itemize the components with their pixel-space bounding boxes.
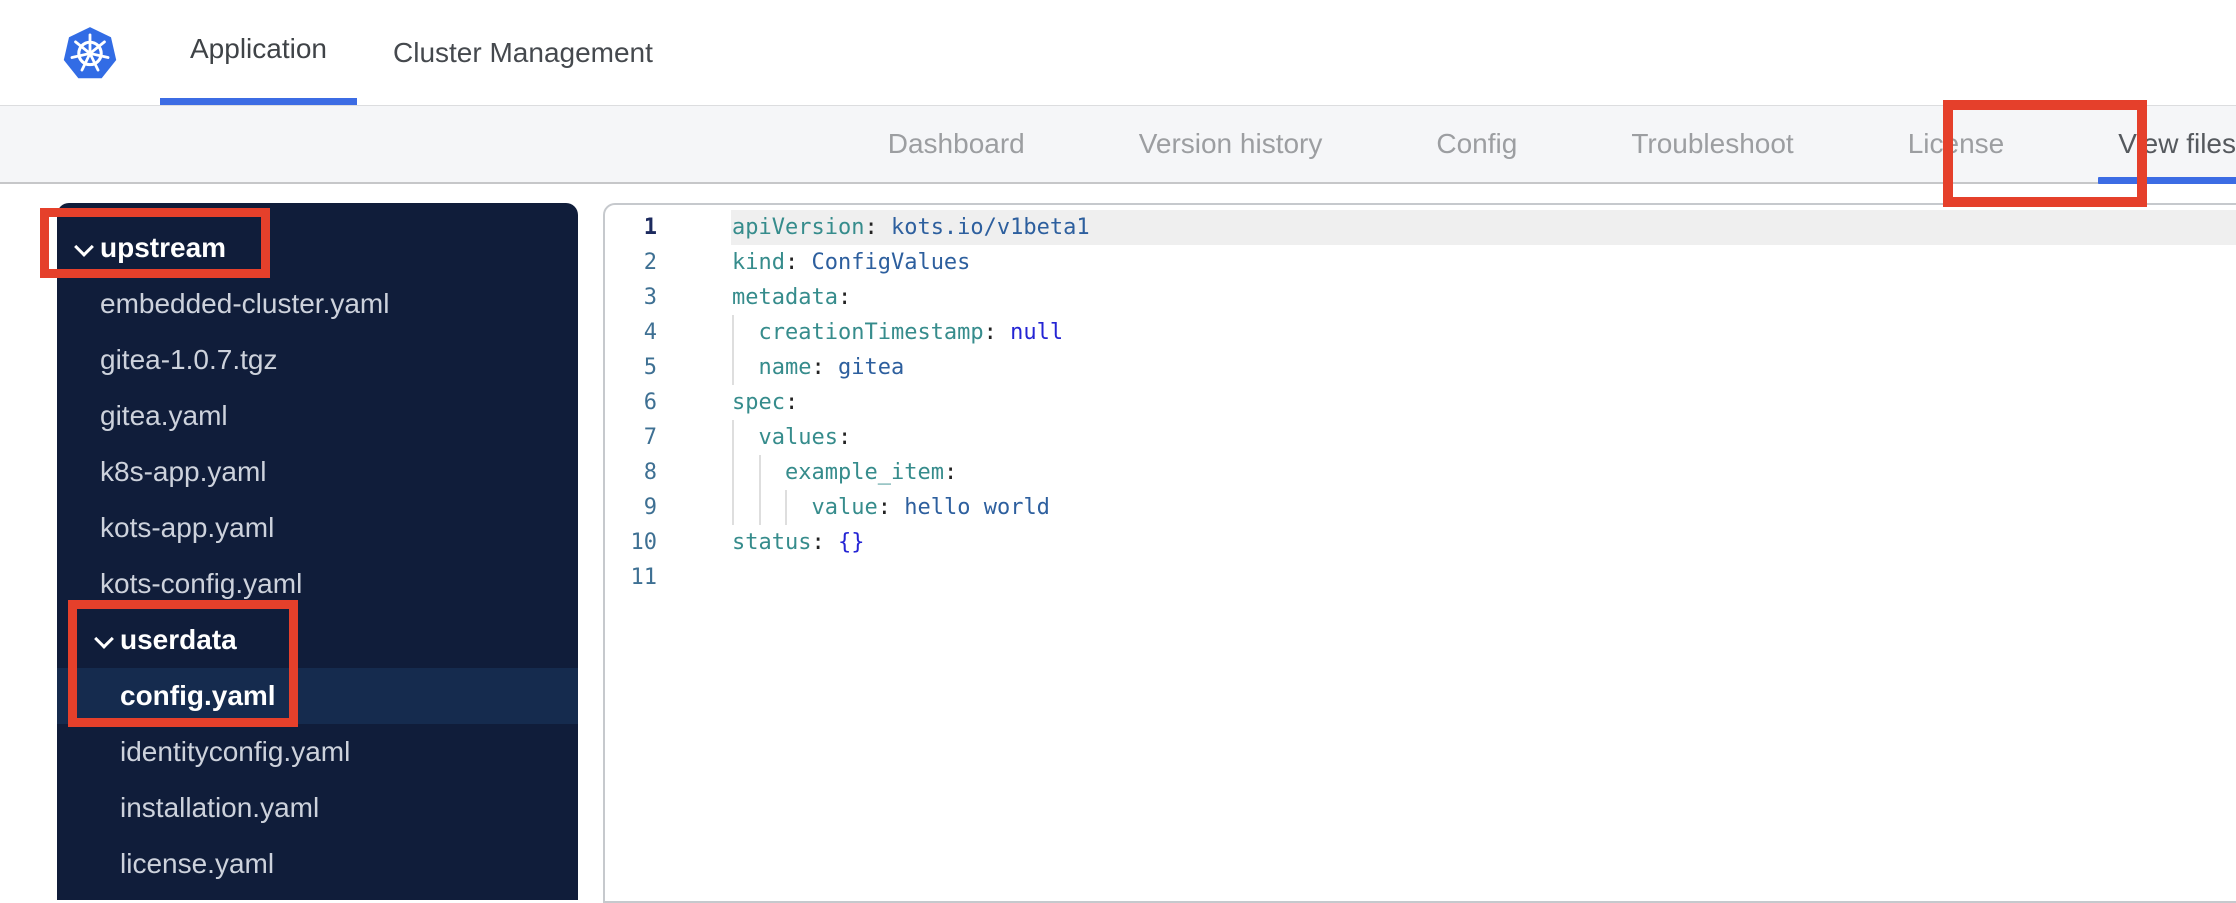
file-label: identityconfig.yaml [120, 736, 351, 767]
line-number: 10 [630, 530, 658, 555]
file-label: license.yaml [120, 848, 275, 879]
code-rows: 1 apiVersion: kots.io/v1beta1 2 kind: Confi… [605, 210, 2236, 595]
tree-item-gitea-yaml[interactable]: gitea.yaml [57, 388, 578, 444]
subnav-tabs: Dashboard Version history Config Troublesho… [0, 105, 2236, 184]
line-content: apiVersion: kots.io/v1beta1 [731, 210, 2236, 245]
tree-item-license-yaml[interactable]: license.yaml [57, 836, 578, 892]
tree-item-config-yaml[interactable]: config.yaml [57, 668, 578, 724]
line-number: 7 [643, 425, 657, 450]
chevron-down-icon[interactable] [73, 234, 100, 262]
file-label: kots-app.yaml [100, 512, 275, 543]
tree-item-upstream[interactable]: upstream [57, 220, 578, 276]
kubernetes-logo-icon [62, 26, 118, 82]
code-line-3: 3 metadata: [605, 280, 2236, 315]
tab-troubleshoot[interactable]: Troubleshoot [1631, 106, 1793, 182]
line-number: 8 [643, 460, 657, 485]
indent-guide [732, 350, 759, 385]
line-content: spec: [732, 390, 799, 415]
line-content [731, 560, 2236, 595]
line-content: status: {} [732, 530, 865, 555]
tab-version-history[interactable]: Version history [1139, 106, 1323, 182]
indent-guide [758, 455, 786, 490]
line-number: 4 [643, 320, 657, 345]
topnav-tab-label: Application [190, 33, 327, 64]
indent-guide [732, 490, 759, 525]
file-label: k8s-app.yaml [100, 456, 267, 487]
file-label: gitea.yaml [100, 400, 228, 431]
line-content: values: [731, 420, 2236, 455]
line-number: 1 [643, 215, 657, 240]
file-label: installation.yaml [120, 792, 320, 823]
code-line-7: 7 values: [605, 420, 2236, 455]
indent-guide [732, 455, 759, 490]
file-label: gitea-1.0.7.tgz [100, 344, 278, 375]
tab-license[interactable]: License [1908, 106, 2005, 182]
code-line-1: 1 apiVersion: kots.io/v1beta1 [605, 210, 2236, 245]
file-tree: upstream embedded-cluster.yaml gitea-1.0.7… [57, 203, 578, 900]
file-label: embedded-cluster.yaml [100, 288, 390, 319]
tab-label: License [1907, 128, 2005, 159]
line-content: creationTimestamp: null [731, 315, 2236, 350]
line-number: 9 [643, 495, 657, 520]
line-number: 3 [643, 285, 657, 310]
indent-guide [732, 315, 759, 350]
code-line-2: 2 kind: ConfigValues [605, 245, 2236, 280]
line-content: kind: ConfigValues [732, 250, 971, 275]
tab-dashboard[interactable]: Dashboard [888, 106, 1025, 182]
topnav-tab-cluster-management[interactable]: Cluster Management [363, 0, 683, 105]
line-content: name: gitea [731, 350, 2236, 385]
code-line-10: 10 status: {} [605, 525, 2236, 560]
folder-label: upstream [100, 232, 227, 263]
line-number: 11 [630, 565, 658, 590]
tree-item-embedded-cluster-yaml[interactable]: embedded-cluster.yaml [57, 276, 578, 332]
line-number: 2 [643, 250, 657, 275]
line-number: 5 [643, 355, 657, 380]
editor-pane[interactable]: 1 apiVersion: kots.io/v1beta1 2 kind: Confi… [603, 203, 2236, 903]
line-content: example_item: [731, 455, 2236, 490]
code-line-8: 8 example_item: [605, 455, 2236, 490]
tree-item-kots-app-yaml[interactable]: kots-app.yaml [57, 500, 578, 556]
tab-view-files[interactable]: View files [2098, 106, 2236, 184]
code-line-11: 11 [605, 560, 2236, 595]
tab-label: Config [1436, 128, 1518, 159]
tree-item-kots-config-yaml[interactable]: kots-config.yaml [57, 556, 578, 612]
top-navigation: Application Cluster Management [0, 0, 2236, 105]
topnav-tab-application[interactable]: Application [160, 0, 357, 105]
active-tab-underline [2098, 177, 2236, 184]
tab-label: Dashboard [887, 128, 1025, 159]
tree-item-k8s-app-yaml[interactable]: k8s-app.yaml [57, 444, 578, 500]
code-line-9: 9 value: hello world [605, 490, 2236, 525]
topnav-tab-label: Cluster Management [393, 36, 653, 68]
tree-item-identityconfig-yaml[interactable]: identityconfig.yaml [57, 724, 578, 780]
indent-guide [785, 490, 812, 525]
tree-item-installation-yaml[interactable]: installation.yaml [57, 780, 578, 836]
code-line-6: 6 spec: [605, 385, 2236, 420]
code-line-5: 5 name: gitea [605, 350, 2236, 385]
file-label: kots-config.yaml [100, 568, 303, 599]
tab-label: Version history [1138, 128, 1323, 159]
line-number: 6 [643, 390, 657, 415]
line-content: value: hello world [731, 490, 2236, 525]
indent-guide [732, 420, 759, 455]
tree-item-gitea-1-0-7-tgz[interactable]: gitea-1.0.7.tgz [57, 332, 578, 388]
folder-label: userdata [120, 624, 237, 655]
code-line-4: 4 creationTimestamp: null [605, 315, 2236, 350]
tree-item-userdata[interactable]: userdata [57, 612, 578, 668]
indent-guide [758, 490, 786, 525]
line-content: metadata: [732, 285, 852, 310]
chevron-down-icon[interactable] [93, 626, 120, 654]
tab-label: View files [2118, 128, 2236, 159]
file-label: config.yaml [120, 680, 276, 711]
tab-label: Troubleshoot [1631, 128, 1794, 159]
tab-config[interactable]: Config [1436, 106, 1517, 182]
